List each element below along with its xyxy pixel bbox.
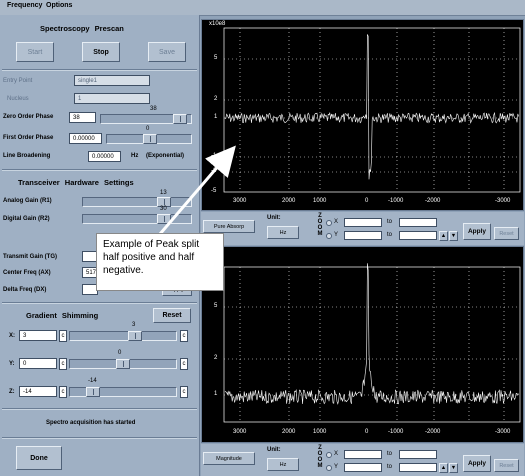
- annotation-arrow: [158, 145, 236, 235]
- annotation-callout: Example of Peak split half positive and …: [96, 233, 224, 291]
